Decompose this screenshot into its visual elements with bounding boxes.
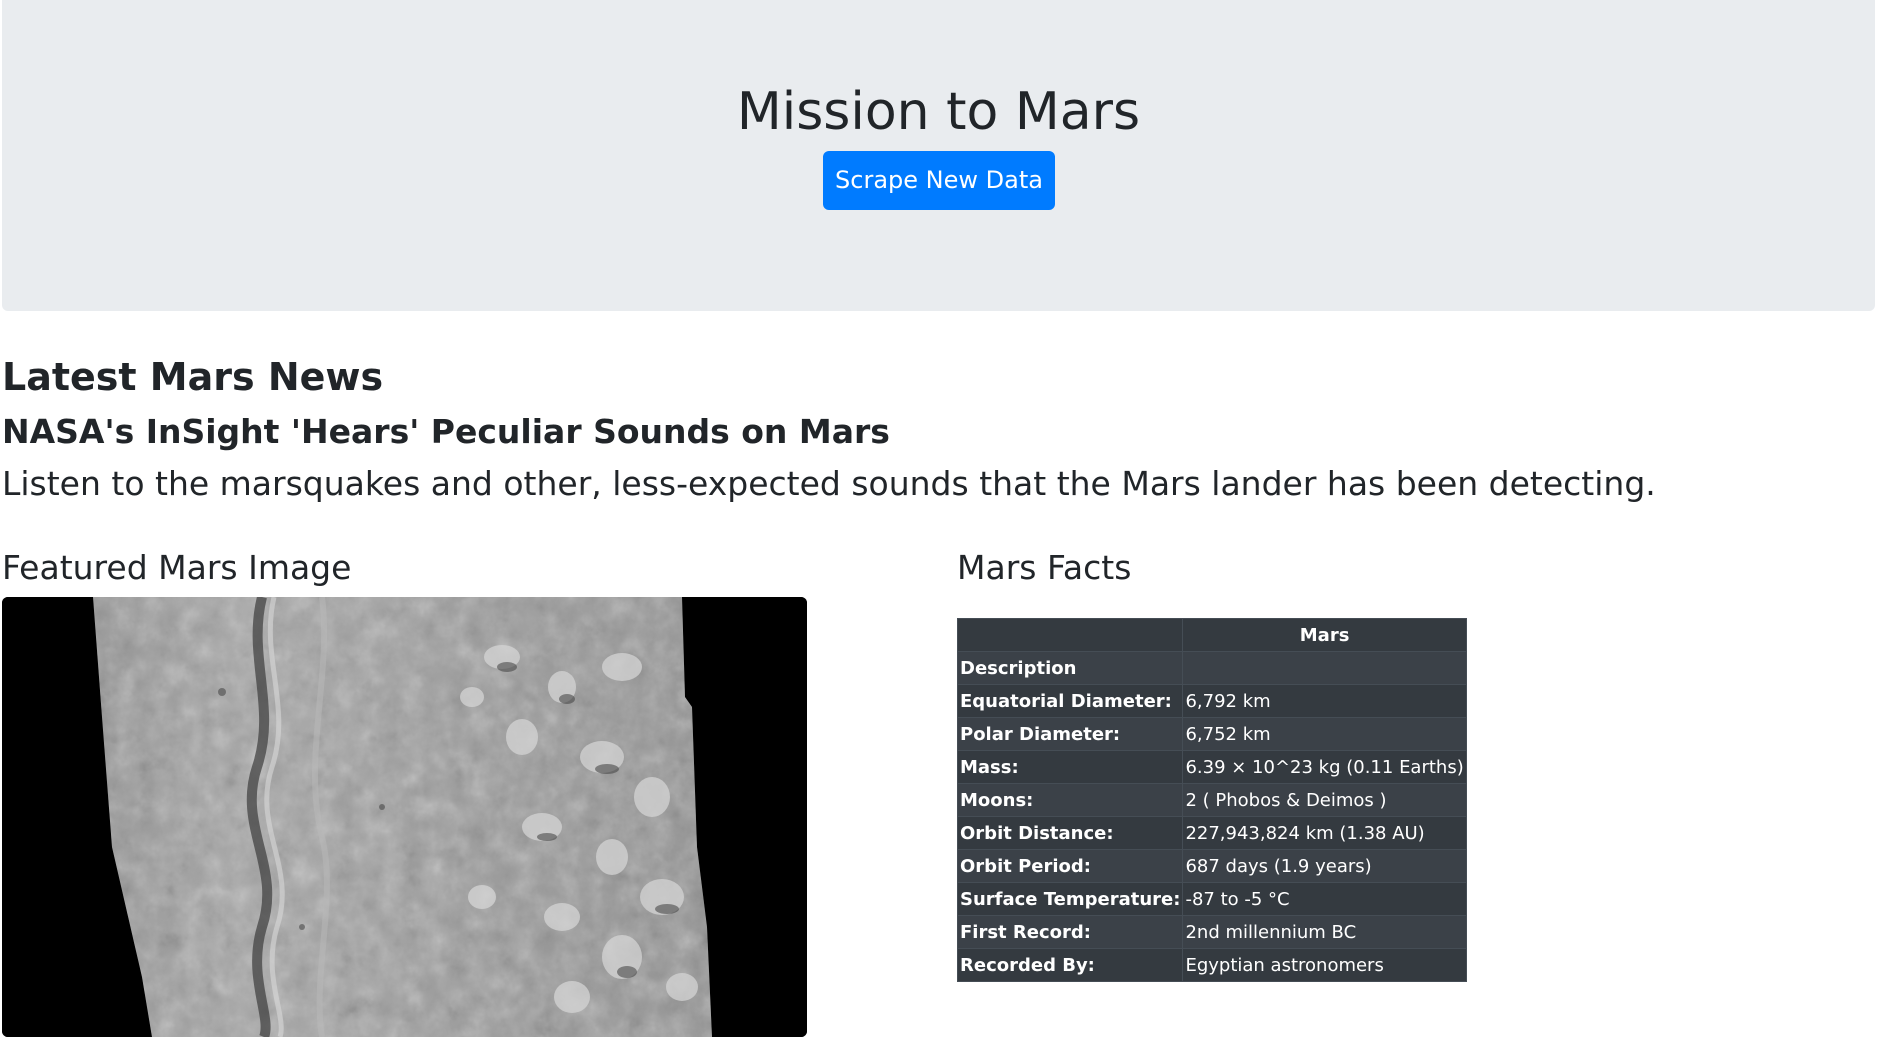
table-row: Moons: 2 ( Phobos & Deimos ): [956, 783, 1467, 817]
table-row: Orbit Distance: 227,943,824 km (1.38 AU): [956, 816, 1467, 850]
featured-image-heading: Featured Mars Image: [2, 548, 352, 587]
fact-value: 2 ( Phobos & Deimos ): [1182, 783, 1467, 817]
fact-label: Surface Temperature:: [956, 882, 1184, 916]
table-row: Equatorial Diameter: 6,792 km: [956, 684, 1467, 718]
fact-label: Description: [956, 651, 1184, 685]
fact-value: 6.39 × 10^23 kg (0.11 Earths): [1182, 750, 1467, 784]
fact-label: First Record:: [956, 915, 1184, 949]
table-row: Mass: 6.39 × 10^23 kg (0.11 Earths): [956, 750, 1467, 784]
table-row: Surface Temperature: -87 to -5 °C: [956, 882, 1467, 916]
mars-surface-image: [2, 597, 807, 1037]
news-teaser: Listen to the marsquakes and other, less…: [2, 464, 1656, 503]
fact-value: 6,792 km: [1182, 684, 1467, 718]
table-header-row: Mars: [956, 618, 1467, 652]
table-row: Description: [956, 651, 1467, 685]
scrape-new-data-button[interactable]: Scrape New Data: [823, 151, 1055, 210]
table-row: Polar Diameter: 6,752 km: [956, 717, 1467, 751]
fact-value: 6,752 km: [1182, 717, 1467, 751]
fact-label: Moons:: [956, 783, 1184, 817]
featured-mars-image: [2, 597, 807, 1037]
table-column-header: Mars: [1182, 618, 1467, 652]
fact-label: Recorded By:: [956, 948, 1184, 982]
fact-value: 227,943,824 km (1.38 AU): [1182, 816, 1467, 850]
mars-facts-heading: Mars Facts: [957, 548, 1132, 587]
fact-label: Orbit Distance:: [956, 816, 1184, 850]
fact-value: 687 days (1.9 years): [1182, 849, 1467, 883]
fact-value: 2nd millennium BC: [1182, 915, 1467, 949]
fact-label: Equatorial Diameter:: [956, 684, 1184, 718]
table-row: Recorded By: Egyptian astronomers: [956, 948, 1467, 982]
jumbotron-header: Mission to Mars Scrape New Data: [2, 0, 1875, 311]
fact-value: [1182, 651, 1467, 685]
fact-label: Polar Diameter:: [956, 717, 1184, 751]
page-title: Mission to Mars: [736, 82, 1141, 142]
news-title: NASA's InSight 'Hears' Peculiar Sounds o…: [2, 412, 890, 451]
fact-value: -87 to -5 °C: [1182, 882, 1467, 916]
latest-news-heading: Latest Mars News: [2, 355, 384, 399]
fact-label: Orbit Period:: [956, 849, 1184, 883]
fact-label: Mass:: [956, 750, 1184, 784]
table-row: Orbit Period: 687 days (1.9 years): [956, 849, 1467, 883]
table-header-blank: [956, 618, 1184, 652]
mars-facts-table: Mars Description Equatorial Diameter: 6,…: [956, 618, 1467, 982]
fact-value: Egyptian astronomers: [1182, 948, 1467, 982]
table-row: First Record: 2nd millennium BC: [956, 915, 1467, 949]
